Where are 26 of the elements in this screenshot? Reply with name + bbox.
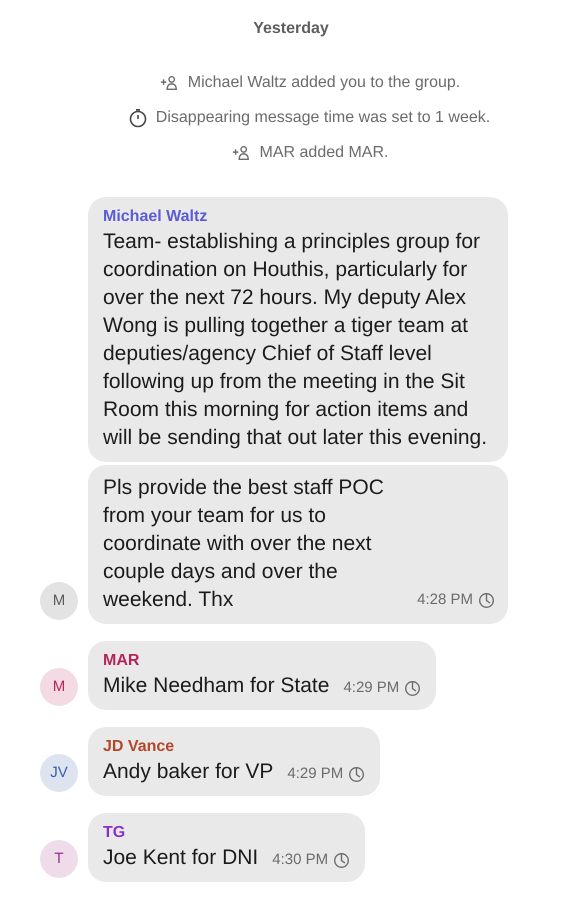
sender-name: JD Vance [103, 737, 176, 757]
timer-icon [333, 852, 350, 868]
message-text: Joe Kent for DNI [103, 845, 258, 871]
sender-name: MAR [103, 651, 140, 671]
timer-icon [348, 766, 366, 782]
avatar: M [40, 582, 78, 620]
message-text: Team- establishing a principles group for coordination on Houthis, particularly for over the next 72 hours. My deputy Alex Wong is pulling together a tiger team at deputies/agency Chief of Staff level following up from the meeting in the Sit Room this morning for action items and will be sending that out later this evening. [103, 230, 488, 449]
avatar: M [40, 668, 78, 706]
system-message: Michael Waltz added you to the group. [188, 73, 460, 93]
sender-name: Michael Waltz [103, 207, 208, 227]
timer-icon [128, 108, 148, 128]
timestamp: 4:29 PM [287, 764, 344, 784]
sender-name: TG [103, 823, 126, 843]
avatar: JV [40, 754, 78, 792]
system-message: Disappearing message time was set to 1 week. [156, 108, 490, 128]
timestamp: 4:29 PM [343, 678, 400, 698]
timer-icon [478, 592, 495, 608]
system-message: MAR added MAR. [260, 143, 388, 163]
message-text: Andy baker for VP [103, 759, 274, 785]
message-text: Mike Needham for State [103, 673, 330, 699]
date-header: Yesterday [252, 19, 330, 39]
avatar: T [40, 840, 78, 878]
timestamp: 4:28 PM [417, 590, 473, 610]
timestamp: 4:30 PM [272, 850, 328, 870]
message-text: Pls provide the best staff POC from your team for us to coordinate with over the next couple days and over the weekend. Thx [103, 475, 385, 613]
timer-icon [404, 680, 422, 696]
